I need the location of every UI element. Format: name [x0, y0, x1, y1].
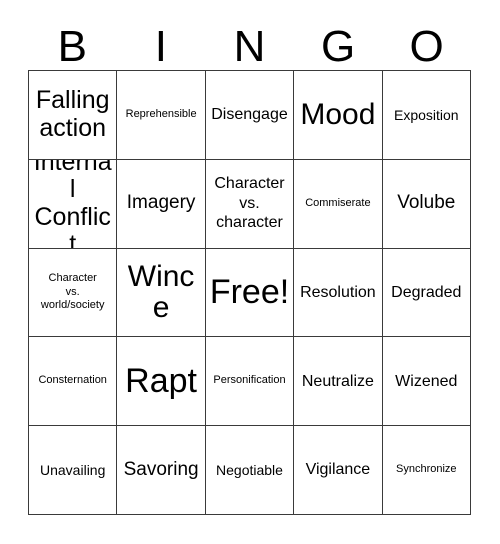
bingo-cell-label: Wince — [127, 259, 195, 325]
bingo-cell-label: Degraded — [391, 283, 462, 301]
bingo-cell-label: Resolution — [300, 283, 376, 301]
bingo-header-letter-g: G — [320, 22, 356, 71]
bingo-header-letter-o: O — [409, 22, 444, 71]
bingo-cell[interactable]: Falling action — [29, 71, 118, 160]
bingo-cell[interactable]: Resolution — [294, 248, 383, 338]
bingo-cell[interactable]: Synchronize — [382, 426, 471, 515]
bingo-header-letter-i: I — [154, 22, 167, 71]
bingo-cell[interactable]: Neutralize — [294, 337, 383, 427]
bingo-cell-label: Commiserate — [305, 196, 371, 209]
bingo-cell-label: Negotiable — [216, 461, 283, 478]
bingo-cell-label: Neutralize — [301, 372, 374, 390]
bingo-cell[interactable]: Disengage — [205, 71, 295, 160]
bingo-cell-label: Savoring — [123, 458, 199, 480]
bingo-cell[interactable]: Character vs. world/society — [29, 248, 118, 338]
bingo-cell[interactable]: Commiserate — [294, 159, 383, 249]
bingo-cell[interactable]: Vigilance — [294, 426, 383, 515]
bingo-cell[interactable]: Exposition — [382, 71, 471, 160]
bingo-cell-label: Vigilance — [305, 461, 371, 479]
bingo-cell[interactable]: Degraded — [382, 248, 471, 338]
bingo-cell-label: Disengage — [211, 106, 288, 124]
bingo-cell-label: Free! — [209, 272, 290, 311]
bingo-grid: Falling action Reprehensible Disengage Mood… — [28, 70, 471, 515]
bingo-header-letter-n: N — [233, 22, 266, 71]
bingo-header-row: B I N G O — [28, 16, 471, 70]
bingo-cell[interactable]: Mood — [294, 71, 383, 160]
bingo-cell-label: Personification — [213, 374, 286, 387]
bingo-cell[interactable]: Volube — [382, 159, 471, 249]
bingo-cell[interactable]: Internal Conflict — [29, 159, 118, 249]
bingo-header-letter-b: B — [57, 22, 87, 71]
bingo-cell[interactable]: Personification — [205, 337, 295, 427]
bingo-cell[interactable]: Negotiable — [205, 426, 295, 515]
bingo-cell[interactable]: Wizened — [382, 337, 471, 427]
bingo-cell-label: Exposition — [394, 106, 459, 123]
bingo-cell[interactable]: Imagery — [117, 159, 206, 249]
bingo-cell-label: Unavailing — [40, 461, 106, 478]
bingo-card: B I N G O Falling action Reprehensible Dis… — [0, 0, 500, 544]
bingo-cell-label: Consternation — [38, 374, 107, 387]
bingo-cell[interactable]: Wince — [117, 248, 206, 338]
bingo-cell-label: Internal Conflict — [33, 159, 112, 249]
bingo-cell-label: Synchronize — [396, 463, 457, 476]
bingo-cell-label: Falling action — [35, 86, 110, 142]
bingo-cell-label: Mood — [300, 98, 376, 131]
bingo-cell[interactable]: Reprehensible — [117, 71, 206, 160]
bingo-cell[interactable]: Consternation — [29, 337, 118, 427]
bingo-cell-label: Imagery — [126, 192, 196, 214]
bingo-cell-label: Rapt — [125, 361, 197, 400]
bingo-cell-label: Character vs. world/society — [40, 271, 105, 312]
bingo-cell-label: Reprehensible — [125, 108, 197, 121]
bingo-cell[interactable]: Savoring — [117, 426, 206, 515]
bingo-cell-label: Volube — [397, 192, 456, 214]
bingo-cell[interactable]: Character vs. character — [205, 159, 295, 249]
bingo-cell[interactable]: Rapt — [117, 337, 206, 427]
bingo-cell[interactable]: Free! — [205, 248, 295, 338]
bingo-cell-label: Character vs. character — [214, 175, 285, 232]
bingo-cell[interactable]: Unavailing — [29, 426, 118, 515]
bingo-cell-label: Wizened — [395, 372, 458, 390]
